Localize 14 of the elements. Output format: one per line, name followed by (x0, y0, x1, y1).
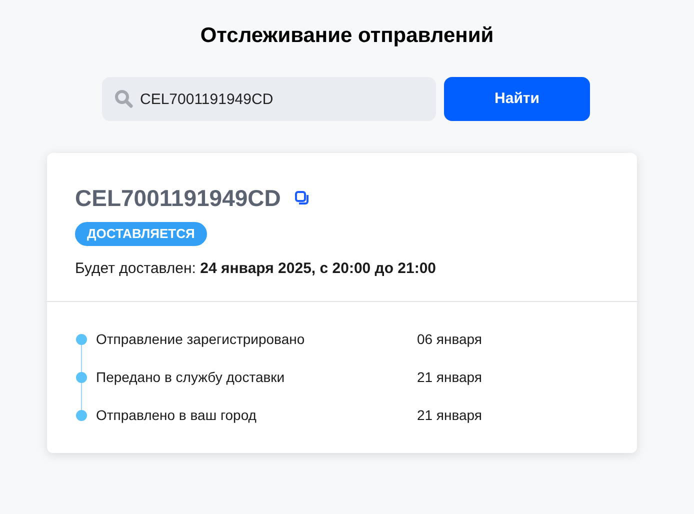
search-field[interactable]: CEL7001191949CD (102, 77, 436, 121)
tracking-number: CEL7001191949CD (75, 184, 281, 213)
search-icon (114, 89, 134, 109)
status-badge: ДОСТАВЛЯЕТСЯ (75, 222, 207, 246)
event-label: Отправление зарегистрировано (96, 330, 306, 349)
event-label: Отправлено в ваш город (96, 406, 258, 425)
search-button[interactable]: Найти (444, 77, 590, 121)
page-title: Отслеживание отправлений (200, 23, 494, 49)
delivery-info: Будет доставлен: 24 января 2025, с 20:00 до 21:00 (75, 259, 438, 279)
event-label: Передано в службу доставки (96, 368, 286, 387)
copy-icon[interactable] (294, 191, 309, 205)
event-date: 06 января (416, 330, 482, 349)
event-date: 21 января (416, 406, 482, 425)
event-date: 21 января (416, 368, 482, 387)
